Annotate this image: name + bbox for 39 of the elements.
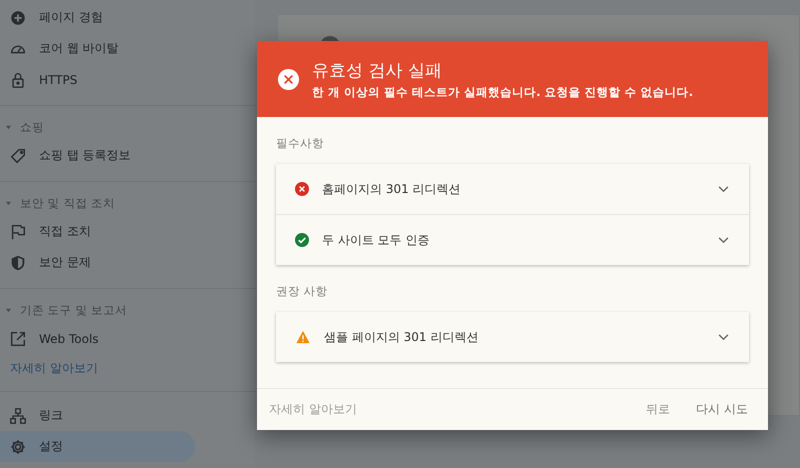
chevron-icon[interactable]	[718, 334, 729, 340]
nav-item[interactable]: 링크	[0, 400, 195, 431]
back-button[interactable]: 뒤로	[640, 397, 676, 422]
dialog-message: 한 개 이상의 필수 테스트가 실패했습니다. 요청을 진행할 수 없습니다.	[312, 84, 694, 100]
dialog-title: 유효성 검사 실패	[312, 60, 443, 82]
check-row[interactable]: 홈페이지의 301 리디렉션	[276, 164, 749, 214]
flag-icon	[9, 222, 27, 240]
tree-icon	[9, 406, 27, 424]
nav-item[interactable]: Web Tools	[0, 323, 195, 354]
check-label: 두 사이트 모두 인증	[322, 232, 430, 248]
nav-item[interactable]: HTTPS	[0, 64, 195, 95]
warning-icon	[295, 330, 311, 344]
shield-icon	[9, 254, 27, 272]
nav-item[interactable]: 쇼핑 탭 등록정보	[0, 140, 195, 171]
nav-item[interactable]: 보안 문제	[0, 247, 195, 278]
nav-item[interactable]: 설정	[0, 431, 195, 462]
retry-button[interactable]: 다시 시도	[690, 397, 754, 422]
learn-more-link[interactable]: 자세히 알아보기	[269, 401, 357, 418]
error-icon	[277, 68, 300, 90]
chevron-icon[interactable]	[718, 186, 729, 192]
external-icon	[9, 330, 27, 348]
check-label: 홈페이지의 301 리디렉션	[322, 180, 462, 198]
section-heading: 필수사항	[276, 135, 325, 152]
nav-item[interactable]: 코어 웹 바이탈	[0, 33, 195, 64]
check-row[interactable]: 샘플 페이지의 301 리디렉션	[276, 312, 749, 362]
check-icon	[295, 233, 309, 247]
check-row[interactable]: 두 사이트 모두 인증	[276, 214, 749, 265]
tag-icon	[9, 146, 27, 164]
learn-more-link[interactable]: 자세히 알아보기	[0, 354, 255, 381]
nav-item[interactable]: 직접 조치	[0, 216, 195, 247]
section-header[interactable]: 보안 및 직접 조치	[0, 190, 255, 216]
section-heading: 권장 사항	[276, 283, 329, 300]
section-header[interactable]: 쇼핑	[0, 114, 255, 140]
chevron-icon[interactable]	[718, 236, 729, 244]
section-header[interactable]: 기존 도구 및 보고서	[0, 297, 255, 323]
nav-item[interactable]: 페이지 경험	[0, 2, 195, 33]
check-label: 샘플 페이지의 301 리디렉션	[324, 328, 480, 346]
gear-icon	[9, 438, 27, 456]
error-icon	[295, 182, 309, 196]
